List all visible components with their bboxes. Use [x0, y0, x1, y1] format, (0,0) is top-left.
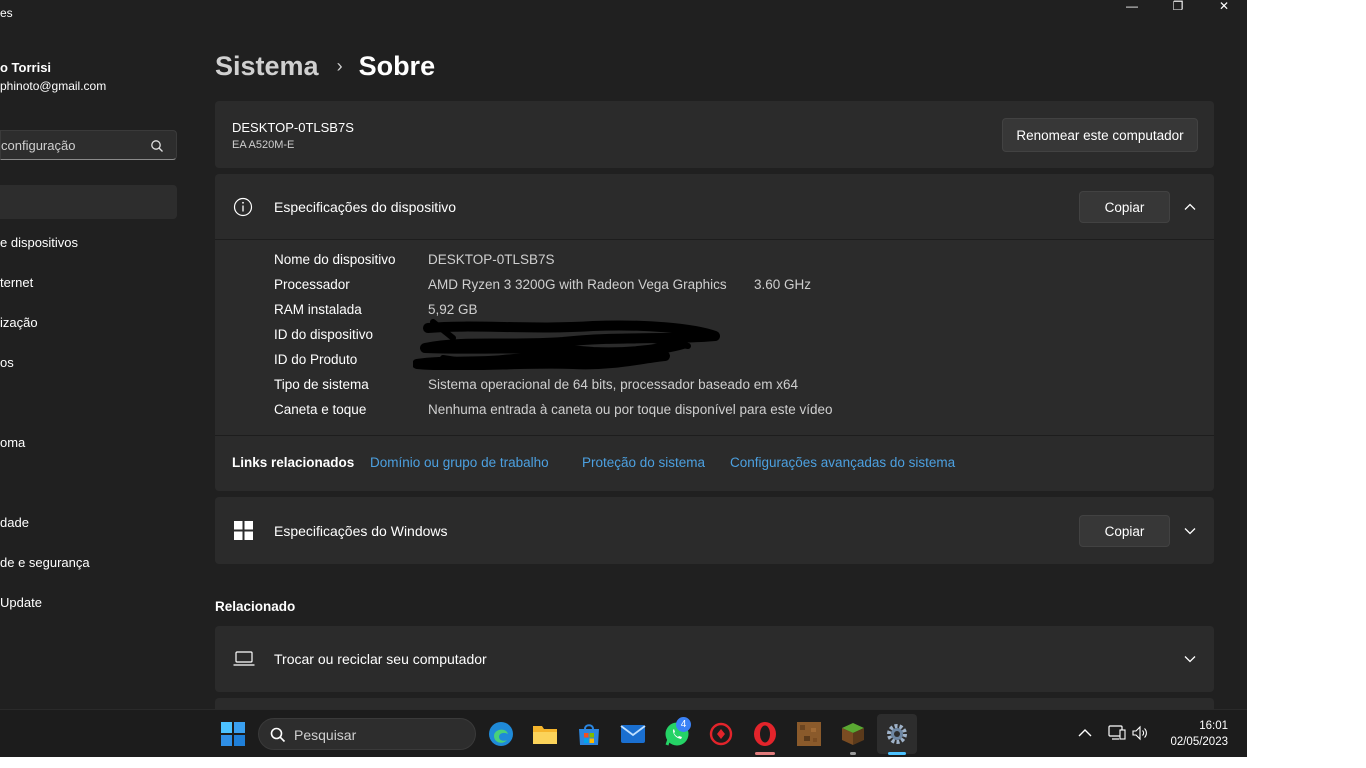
breadcrumb: Sistema › Sobre [215, 46, 435, 86]
network-icon[interactable] [1108, 724, 1126, 742]
related-links-row: Links relacionados Domínio ou grupo de t… [215, 435, 1214, 491]
system-protection-link[interactable]: Proteção do sistema [582, 455, 705, 470]
rename-computer-button[interactable]: Renomear este computador [1002, 118, 1198, 152]
file-explorer-icon[interactable] [531, 720, 559, 748]
clock-time: 16:01 [1199, 720, 1228, 732]
spec-label: Tipo de sistema [274, 377, 369, 392]
taskbar-search-label: Pesquisar [294, 727, 357, 743]
spec-label: Processador [274, 277, 350, 292]
copy-windows-specs-button[interactable]: Copiar [1079, 515, 1170, 547]
volume-icon[interactable] [1131, 724, 1149, 742]
clock-date: 02/05/2023 [1170, 736, 1228, 748]
desktop-background-right [1247, 0, 1366, 768]
sidebar-item-personalization[interactable]: ização [0, 315, 38, 330]
device-name-card: DESKTOP-0TLSB7S EA A520M-E Renomear este… [215, 101, 1214, 168]
minimize-button[interactable]: — [1109, 0, 1155, 13]
related-heading: Relacionado [215, 599, 296, 614]
sidebar-item-privacy-security[interactable]: de e segurança [0, 555, 90, 570]
spec-label: RAM instalada [274, 302, 362, 317]
windows-start-icon [221, 722, 245, 746]
settings-app-icon[interactable] [877, 714, 917, 754]
search-placeholder: configuração [1, 138, 76, 153]
whatsapp-badge: 4 [676, 717, 691, 732]
spec-value: AMD Ryzen 3 3200G with Radeon Vega Graph… [428, 277, 727, 292]
sidebar-item-language[interactable]: oma [0, 435, 25, 450]
desktop-background-bottom [0, 757, 1366, 768]
breadcrumb-parent[interactable]: Sistema [215, 51, 319, 82]
spec-label: Caneta e toque [274, 402, 367, 417]
sidebar-item-sistema[interactable] [0, 185, 177, 219]
page-title: Sobre [358, 50, 436, 81]
search-icon [151, 140, 163, 152]
spec-value: DESKTOP-0TLSB7S [428, 252, 555, 267]
windows-specs-card[interactable]: Especificações do Windows Copiar [215, 497, 1214, 564]
taskbar: Pesquisar 4 16:01 02/05/2023 [0, 709, 1247, 757]
sidebar-item-accessibility[interactable]: dade [0, 515, 29, 530]
minecraft-launcher-icon[interactable] [839, 720, 867, 748]
search-icon [270, 727, 286, 743]
window-title: es [0, 6, 13, 20]
spec-value-frequency: 3.60 GHz [754, 277, 812, 292]
redaction-scribble [413, 319, 720, 370]
opera-icon[interactable] [751, 720, 779, 748]
device-specs-header[interactable]: Especificações do dispositivo Copiar [215, 174, 1214, 240]
user-name: o Torrisi [0, 60, 52, 75]
opera-active-indicator [755, 752, 775, 755]
spec-value: 5,92 GB [428, 302, 478, 317]
spec-label: ID do Produto [274, 352, 358, 367]
domain-workgroup-link[interactable]: Domínio ou grupo de trabalho [370, 455, 549, 470]
spec-label: Nome do dispositivo [274, 252, 396, 267]
microsoft-store-icon[interactable] [575, 720, 603, 748]
mail-icon[interactable] [619, 720, 647, 748]
minecraft-icon[interactable] [795, 720, 823, 748]
related-item-recycle[interactable]: Trocar ou reciclar seu computador [215, 626, 1214, 692]
settings-active-indicator [888, 752, 906, 755]
device-specs-title: Especificações do dispositivo [274, 199, 457, 215]
windows-logo-icon [234, 521, 253, 540]
start-button[interactable] [219, 720, 247, 748]
launcher-running-indicator [850, 752, 856, 755]
sidebar-item-bluetooth[interactable]: e dispositivos [0, 235, 78, 250]
taskbar-search[interactable]: Pesquisar [258, 718, 476, 750]
copy-device-specs-button[interactable]: Copiar [1079, 191, 1170, 223]
windows-specs-title: Especificações do Windows [274, 523, 448, 539]
device-model: EA A520M-E [232, 139, 295, 151]
related-links-label: Links relacionados [232, 455, 355, 470]
settings-search-input[interactable]: configuração [0, 130, 177, 160]
sidebar-item-network[interactable]: ternet [0, 275, 33, 290]
related-item-label: Trocar ou reciclar seu computador [274, 651, 487, 667]
spec-value: Sistema operacional de 64 bits, processa… [428, 377, 798, 392]
spec-label: ID do dispositivo [274, 327, 374, 342]
chevron-up-icon[interactable] [1076, 724, 1094, 742]
settings-window: es — ❐ ✕ o Torrisi phinoto@gmail.com con… [0, 0, 1247, 757]
info-icon [233, 197, 253, 217]
chevron-down-icon[interactable] [1183, 524, 1197, 538]
taskbar-clock[interactable]: 16:01 02/05/2023 [1170, 718, 1228, 750]
user-email: phinoto@gmail.com [0, 79, 107, 93]
sidebar-item-windows-update[interactable]: Update [0, 595, 42, 610]
security-app-icon[interactable] [707, 720, 735, 748]
device-specs-card: Especificações do dispositivo Copiar Nom… [215, 174, 1214, 491]
sidebar-item-apps[interactable]: os [0, 355, 14, 370]
close-button[interactable]: ✕ [1201, 0, 1247, 13]
breadcrumb-separator: › [336, 55, 343, 76]
edge-icon[interactable] [487, 720, 515, 748]
device-name: DESKTOP-0TLSB7S [232, 120, 354, 135]
advanced-system-settings-link[interactable]: Configurações avançadas do sistema [730, 455, 955, 470]
restore-button[interactable]: ❐ [1155, 0, 1201, 13]
chevron-up-icon[interactable] [1183, 200, 1197, 214]
laptop-icon [233, 651, 255, 666]
spec-value: Nenhuma entrada à caneta ou por toque di… [428, 402, 833, 417]
chevron-down-icon[interactable] [1183, 652, 1197, 666]
